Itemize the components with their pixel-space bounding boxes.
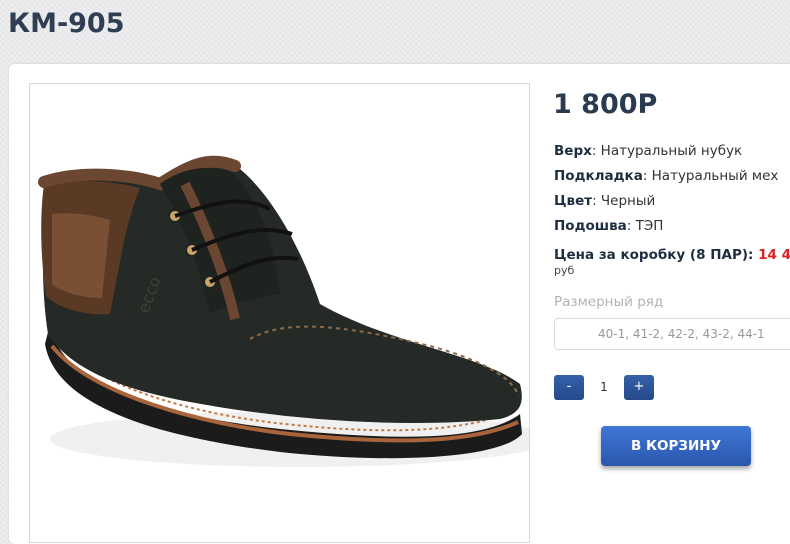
box-price-unit: руб bbox=[554, 264, 575, 277]
product-image[interactable]: ecco bbox=[29, 83, 530, 543]
spec-value: : Натуральный мех bbox=[642, 168, 779, 184]
spec-upper: Верх: Натуральный нубук bbox=[554, 143, 742, 159]
quantity-increase-button[interactable]: + bbox=[624, 375, 654, 400]
size-row-label: Размерный ряд bbox=[554, 294, 664, 310]
spec-label: Верх bbox=[554, 143, 592, 159]
spec-lining: Подкладка: Натуральный мех bbox=[554, 168, 778, 184]
size-row-select[interactable]: 40-1, 41-2, 42-2, 43-2, 44-1 bbox=[554, 318, 790, 350]
box-price-label: Цена за коробку (8 ПАР): bbox=[554, 247, 754, 263]
box-price-value: 14 400 bbox=[758, 247, 790, 263]
spec-value: : Натуральный нубук bbox=[591, 143, 743, 159]
page-title: КМ-905 bbox=[8, 8, 125, 39]
box-price: Цена за коробку (8 ПАР): 14 400 bbox=[554, 247, 790, 263]
quantity-decrease-button[interactable]: - bbox=[554, 375, 584, 400]
spec-color: Цвет: Черный bbox=[554, 193, 655, 209]
spec-value: : Черный bbox=[592, 193, 656, 209]
spec-label: Цвет bbox=[554, 193, 593, 209]
quantity-input[interactable]: 1 bbox=[592, 375, 616, 400]
spec-label: Подошва bbox=[554, 218, 627, 234]
product-price: 1 800Р bbox=[553, 89, 658, 120]
spec-label: Подкладка bbox=[554, 168, 643, 184]
spec-value: : ТЭП bbox=[626, 218, 664, 234]
spec-sole: Подошва: ТЭП bbox=[554, 218, 663, 234]
shoe-photo: ecco bbox=[38, 155, 529, 467]
add-to-cart-button[interactable]: В КОРЗИНУ bbox=[601, 426, 751, 466]
